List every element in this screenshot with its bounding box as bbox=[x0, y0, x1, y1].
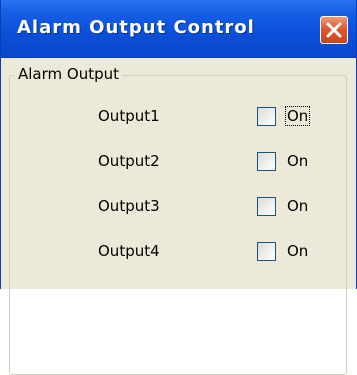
output4-on-checkbox[interactable] bbox=[257, 242, 276, 261]
output-row-4: Output4 On bbox=[1, 237, 356, 267]
output-row-1: Output1 On bbox=[1, 102, 356, 132]
dialog-window: Alarm Output Control Alarm Output Output… bbox=[0, 0, 357, 375]
output3-on-checkbox[interactable] bbox=[257, 197, 276, 216]
close-button[interactable] bbox=[320, 16, 348, 44]
output4-on-label[interactable]: On bbox=[286, 242, 309, 260]
output-row-3: Output3 On bbox=[1, 192, 356, 222]
title-bar[interactable]: Alarm Output Control bbox=[1, 0, 356, 58]
output1-on-label[interactable]: On bbox=[284, 106, 311, 126]
output3-on-label[interactable]: On bbox=[286, 197, 309, 215]
groupbox-label: Alarm Output bbox=[15, 64, 123, 84]
output1-on-checkbox[interactable] bbox=[257, 107, 276, 126]
window-title: Alarm Output Control bbox=[17, 17, 255, 38]
output-label: Output1 bbox=[98, 107, 160, 125]
dialog-client-area: Alarm Output Output1 On Output2 On Outpu… bbox=[1, 58, 356, 375]
output-label: Output4 bbox=[98, 242, 160, 260]
output-row-2: Output2 On bbox=[1, 147, 356, 177]
output-label: Output2 bbox=[98, 152, 160, 170]
output2-on-label[interactable]: On bbox=[286, 152, 309, 170]
output-label: Output3 bbox=[98, 197, 160, 215]
close-icon bbox=[326, 22, 342, 38]
output2-on-checkbox[interactable] bbox=[257, 152, 276, 171]
